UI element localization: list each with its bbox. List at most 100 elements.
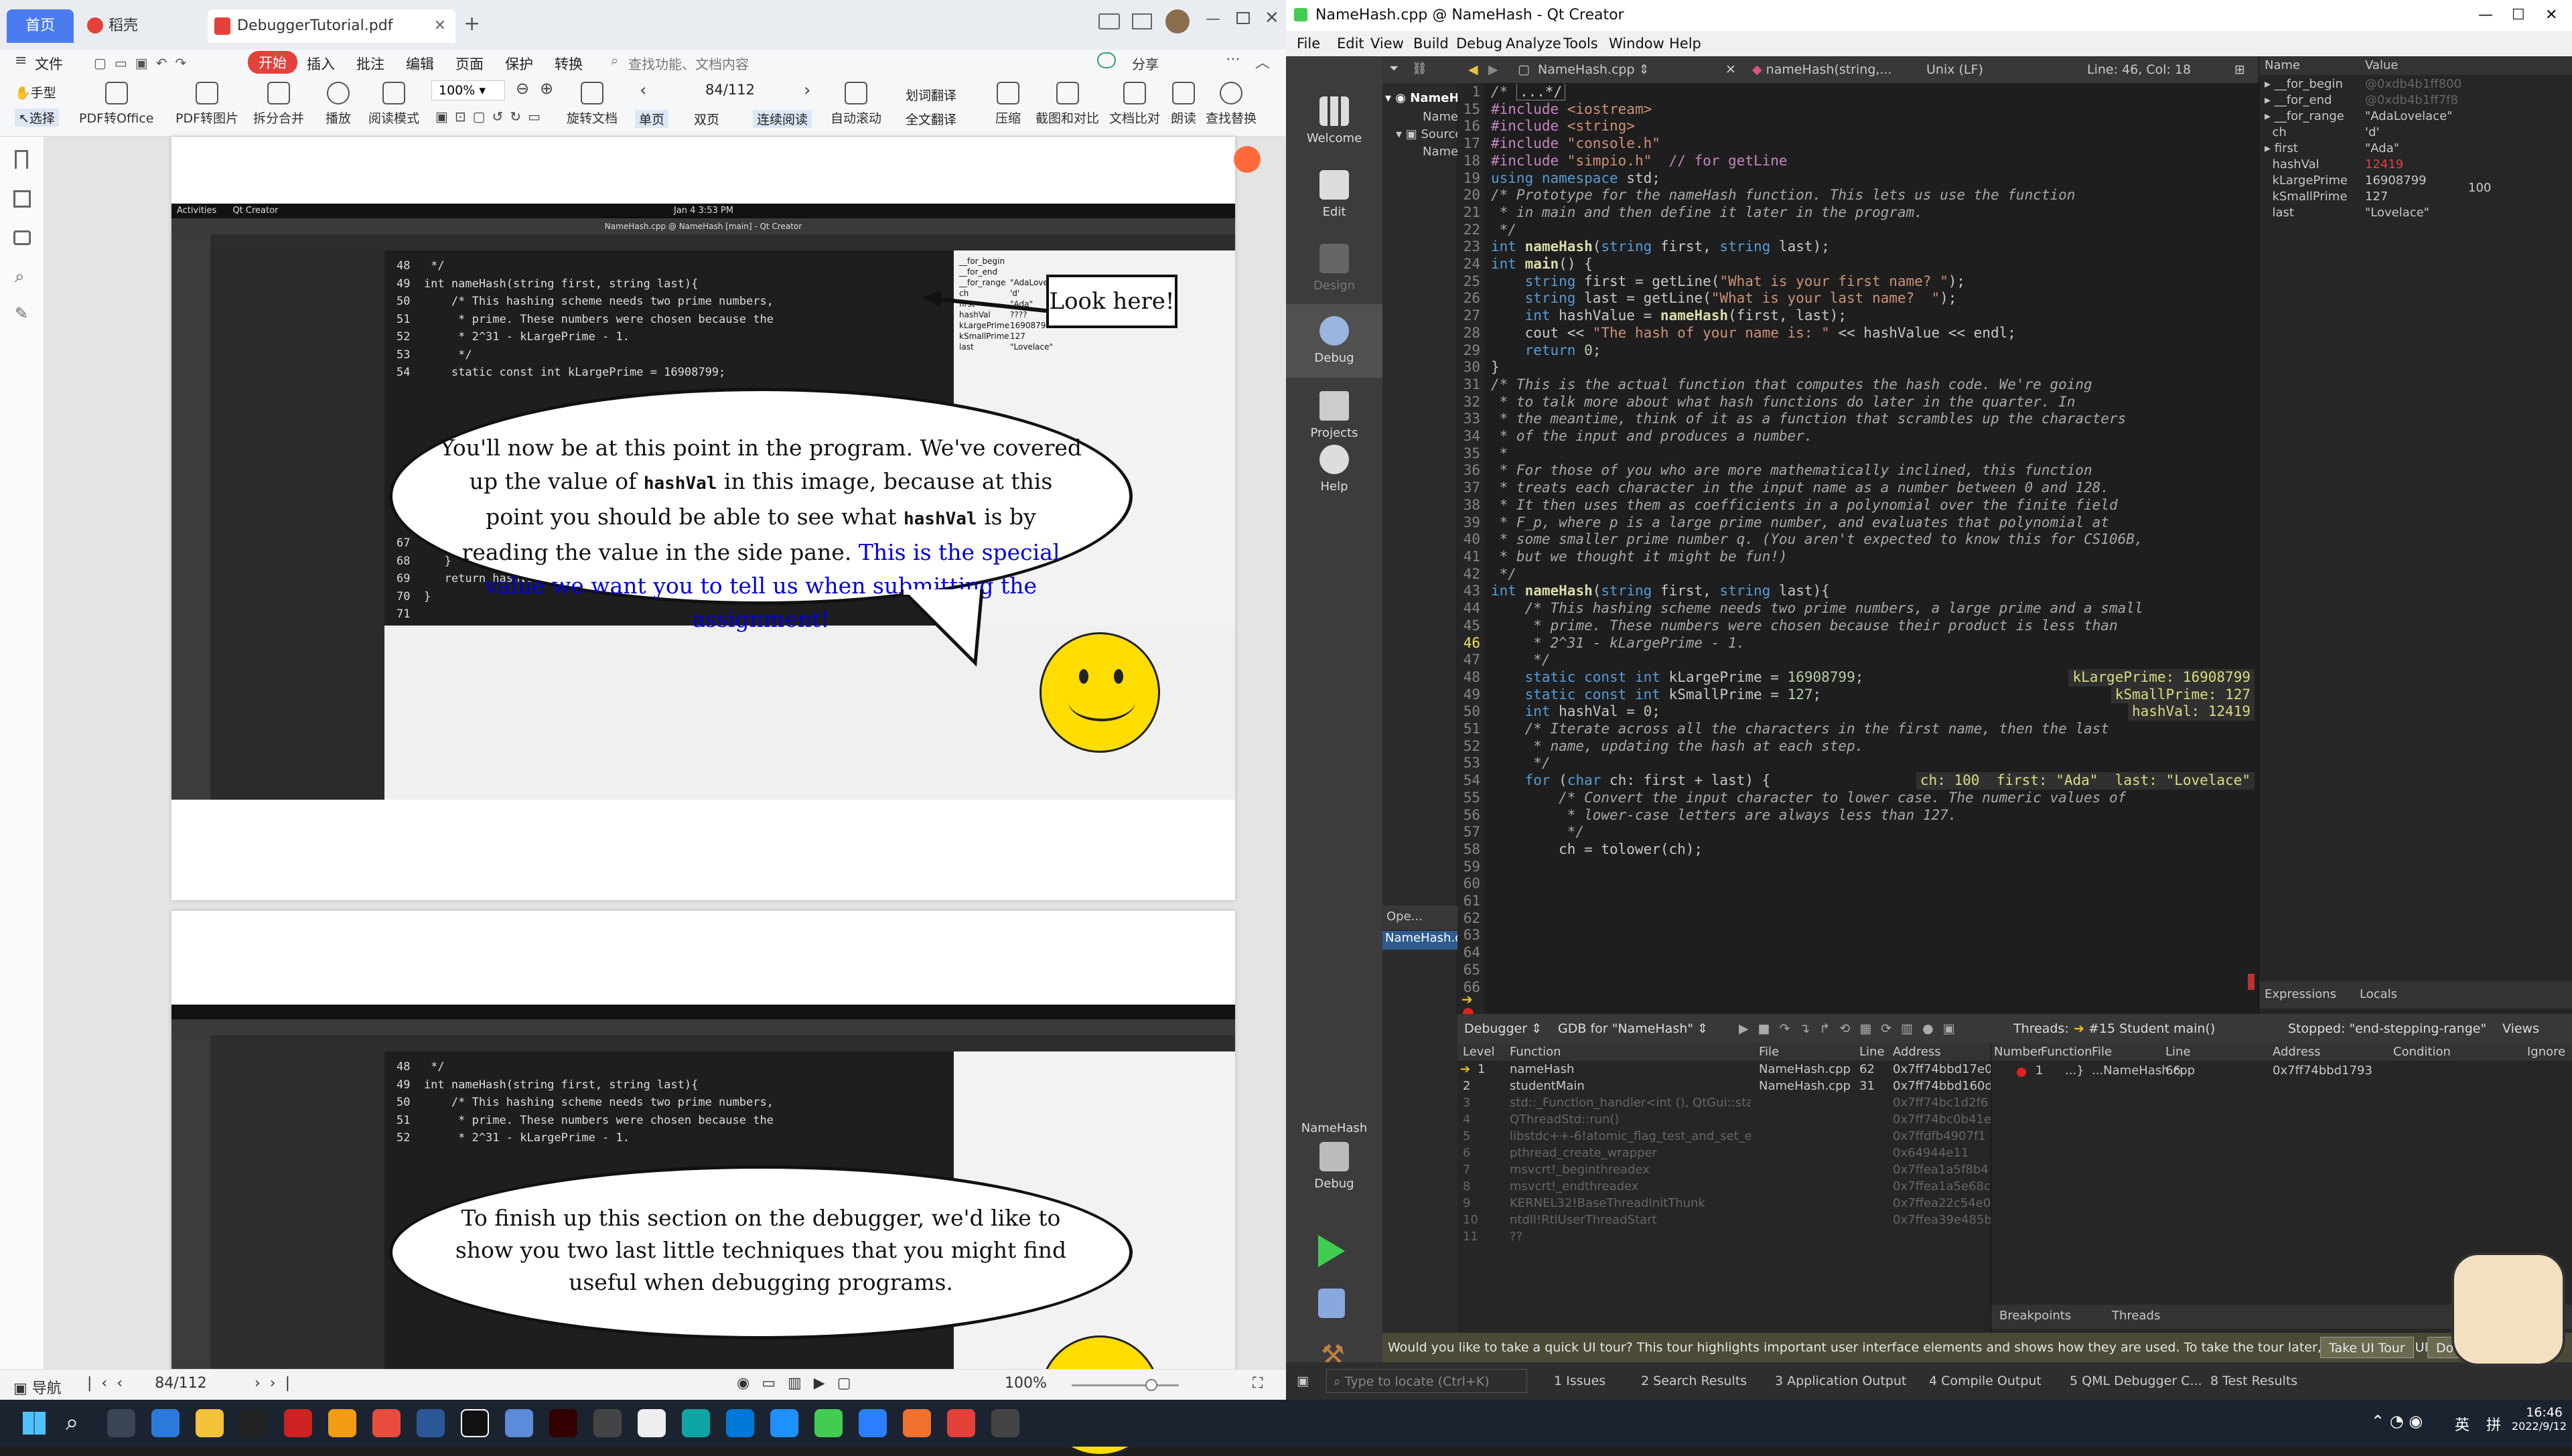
locals-row[interactable]: kLargePrime 16908799 (2259, 173, 2572, 189)
new-tab-icon[interactable]: + (463, 12, 480, 35)
stack-rows[interactable]: 1 nameHash NameHash.cpp 62 0x7ff74bbd17e0 ➔ 2 s… (1457, 1062, 1993, 1246)
output-tab-application[interactable]: 3 Application Output (1775, 1362, 1906, 1400)
app-icon-3[interactable] (505, 1409, 533, 1437)
page-nav-arrows[interactable]: |‹‹ (87, 1375, 132, 1392)
mode-help[interactable]: Help (1286, 445, 1382, 494)
search-icon[interactable]: ⌕ (66, 1409, 78, 1436)
tab-docer[interactable]: 稻壳 (79, 9, 201, 43)
menu-tools[interactable]: Tools (1563, 31, 1598, 56)
output-tab-tests[interactable]: 8 Test Results (2210, 1362, 2297, 1400)
stack-row[interactable]: 9 KERNEL32!BaseThreadInitThunk 0x7ffea22c5… (1457, 1196, 1991, 1213)
maximize-icon[interactable]: ☐ (2512, 0, 2525, 31)
stack-row[interactable]: 5 libstdc++-6!atomic_flag_test_and_set_ex… (1457, 1129, 1991, 1146)
stack-row[interactable]: 4 QThreadStd::run() 0x7ff74bc0b41e (1457, 1112, 1991, 1129)
pdf-to-office-button[interactable]: PDF转Office (79, 82, 153, 127)
menu-debug[interactable]: Debug (1456, 31, 1502, 56)
locals-tree[interactable]: ▸ __for_begin @0xdb4b1ff800 ▸ __for_end @0x… (2259, 76, 2572, 221)
auto-scroll-button[interactable]: 自动滚动 (831, 82, 881, 127)
toolbar-quick-icons[interactable]: ▢▭▣↶↷ (94, 55, 228, 71)
app-icon-7[interactable] (859, 1409, 887, 1437)
threads-tab[interactable]: Threads (2112, 1309, 2160, 1323)
collapse-ribbon-icon[interactable]: ︿ (1255, 51, 1270, 72)
views-button[interactable]: Views (2502, 1014, 2539, 1043)
minimize-icon[interactable]: — (1206, 11, 1220, 27)
close-window-icon[interactable]: ✕ (2545, 0, 2557, 31)
more-icon[interactable]: ⋯ (1226, 51, 1240, 68)
open-docs-combo[interactable]: Ope... (1386, 909, 1423, 924)
vlc-icon[interactable] (328, 1409, 356, 1437)
single-page-button[interactable]: 单页 (635, 110, 669, 128)
breakpoints-tab[interactable]: Breakpoints (1999, 1309, 2071, 1323)
take-ui-tour-button[interactable]: Take UI Tour (2320, 1337, 2414, 1358)
thread-combo[interactable]: ➔ #15 Student main() (2074, 1014, 2275, 1043)
step-control-icons[interactable]: ▶■↷↴↱⟲▦⟳▥●▣ (1739, 1014, 1964, 1043)
fullscreen-icon[interactable]: ⛶ (1253, 1375, 1263, 1392)
language-indicator[interactable]: 英 (2455, 1413, 2470, 1435)
start-icon[interactable] (23, 1412, 46, 1435)
stack-row[interactable]: 2 studentMain NameHash.cpp 31 0x7ff74bbd160d (1457, 1079, 1993, 1096)
fit-tools-icons[interactable]: ▣⊡▢↺↻▭ (435, 108, 547, 125)
stack-row[interactable]: 6 pthread_create_wrapper 0x64944e11 (1457, 1146, 1991, 1163)
mode-projects[interactable]: Projects (1286, 391, 1382, 440)
cloud-sync-icon[interactable] (1097, 52, 1116, 68)
locals-row[interactable]: ▸ first "Ada" (2259, 141, 2572, 157)
menu-protect[interactable]: 保护 (505, 54, 533, 74)
doc-compare-button[interactable]: 文档比对 (1109, 82, 1160, 127)
tree-cpp-file[interactable]: NameHash.cpp (1423, 145, 1457, 159)
menu-analyze[interactable]: Analyze (1506, 31, 1561, 56)
edge-icon[interactable] (682, 1409, 710, 1437)
tray-icons[interactable]: ⌃ ◔ ◉ (2371, 1412, 2423, 1431)
forward-icon[interactable]: ▶ (1488, 56, 1498, 83)
stack-row[interactable]: 3 std::_Function_handler<int (), QtGui::s… (1457, 1096, 1991, 1112)
floating-tool-icon[interactable] (1234, 146, 1261, 173)
word-icon[interactable] (417, 1409, 445, 1437)
split-merge-button[interactable]: 拆分合并 (253, 82, 304, 127)
locals-row[interactable]: last "Lovelace" (2259, 205, 2572, 221)
eol-combo[interactable]: Unix (LF) (1926, 56, 1983, 83)
app-icon-8[interactable] (903, 1409, 931, 1437)
menu-file[interactable]: File (1297, 31, 1320, 56)
next-page-icon[interactable]: › (804, 80, 810, 100)
debug-run-icon[interactable] (1318, 1289, 1345, 1318)
prev-page-icon[interactable]: ‹ (640, 80, 646, 100)
tab-home[interactable]: 首页 (7, 9, 74, 43)
app-icon-4[interactable] (593, 1409, 622, 1437)
signature-icon[interactable]: ✎ (15, 304, 28, 323)
reading-mode-button[interactable]: 阅读模式 (368, 82, 419, 127)
stack-row[interactable]: 7 msvcrt!_beginthreadex 0x7ffea1a5f8b4 (1457, 1163, 1991, 1179)
avatar[interactable] (1165, 9, 1190, 33)
menu-insert[interactable]: 插入 (307, 54, 335, 74)
output-tab-search[interactable]: 2 Search Results (1641, 1362, 1747, 1400)
menu-start[interactable]: 开始 (248, 51, 297, 74)
mode-welcome[interactable]: Welcome (1286, 96, 1382, 145)
close-doc-icon[interactable]: ✕ (1725, 56, 1736, 83)
apps-icon[interactable] (1132, 13, 1152, 29)
double-page-button[interactable]: 双页 (694, 110, 719, 128)
page-nav-arrows-next[interactable]: ››| (255, 1375, 299, 1392)
clock[interactable]: 16:46 2022/9/12 (2512, 1405, 2567, 1433)
app-icon-6[interactable] (770, 1409, 798, 1437)
menu-edit[interactable]: 编辑 (406, 54, 434, 74)
close-window-icon[interactable]: ✕ (1265, 8, 1279, 28)
menu-annotate[interactable]: 批注 (356, 54, 384, 74)
attachment-icon[interactable]: ⌕ (15, 267, 25, 287)
menu-edit[interactable]: Edit (1337, 31, 1364, 56)
compress-button[interactable]: 压缩 (995, 82, 1021, 127)
status-page-field[interactable]: 84/112 (141, 1375, 221, 1392)
link-icon[interactable]: ⛓ (1412, 62, 1427, 76)
menu-build[interactable]: Build (1413, 31, 1449, 56)
page-number-field[interactable]: 84/112 (670, 82, 790, 98)
terminal-icon[interactable] (240, 1409, 268, 1437)
search-input[interactable]: 查找功能、文档内容 (628, 54, 749, 73)
nav-button[interactable]: ▣ 导航 (13, 1376, 62, 1398)
app-icon-2[interactable] (372, 1409, 401, 1437)
minimize-icon[interactable]: — (2478, 0, 2493, 31)
zoom-out-icon[interactable]: ⊖ (516, 79, 529, 98)
locals-row[interactable]: ch 'd' (2259, 125, 2572, 141)
stack-row[interactable]: 8 msvcrt!_endthreadex 0x7ffea1a5e68c (1457, 1179, 1991, 1196)
filter-icon[interactable]: ⏷ (1389, 62, 1399, 76)
maximize-icon[interactable] (1236, 12, 1250, 24)
file-combo[interactable]: NameHash.cpp ⇕ (1538, 56, 1712, 83)
toggle-sidebar-icon[interactable]: ▣ (1297, 1362, 1309, 1400)
menu-window[interactable]: Window (1609, 31, 1664, 56)
